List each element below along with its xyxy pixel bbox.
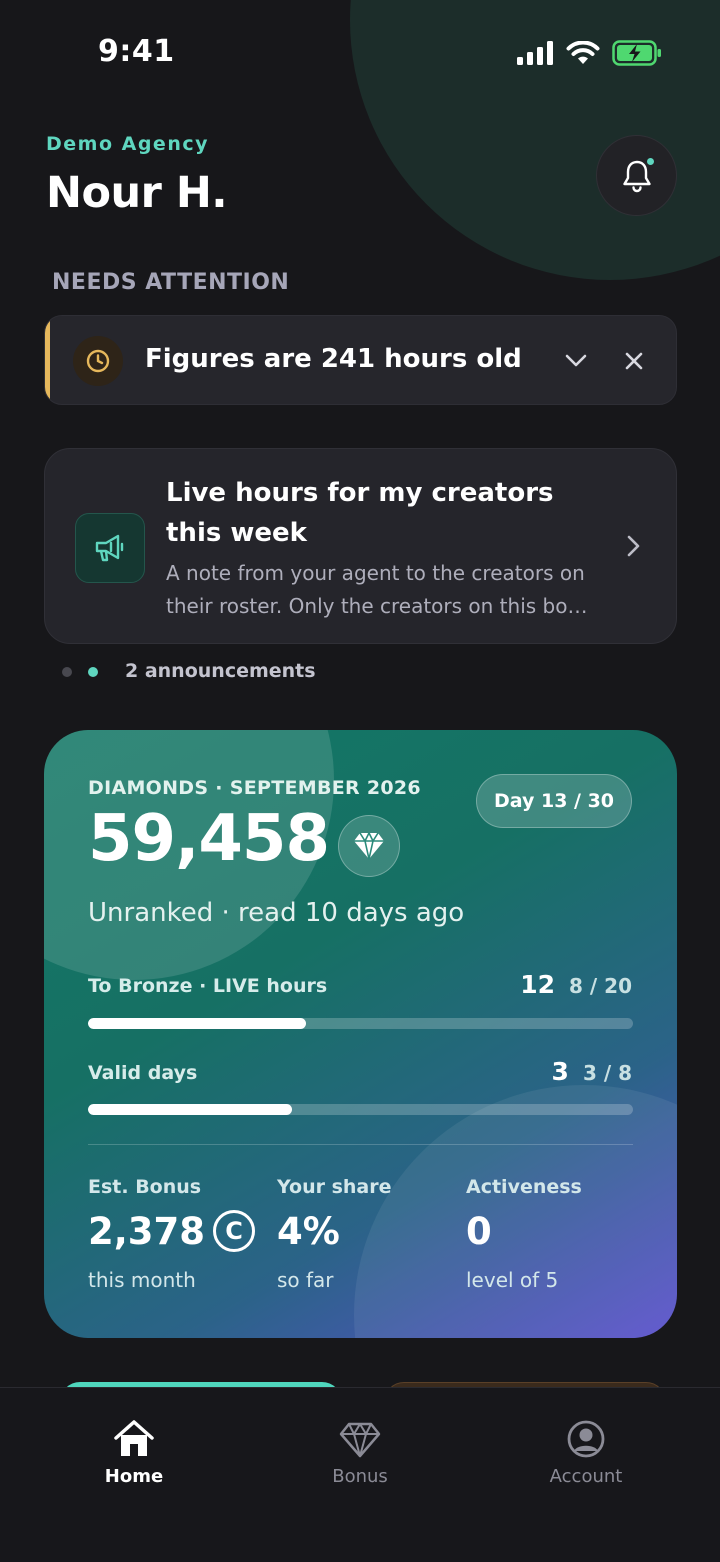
diamond-icon: [338, 815, 400, 877]
cellular-signal-icon: [517, 41, 553, 65]
est-bonus-value-row: 2,378 C: [88, 1206, 256, 1256]
activeness-value: 0: [466, 1209, 492, 1253]
live-hours-label: To Bronze · LIVE hours: [88, 975, 328, 997]
live-hours-progress-fill: [88, 1018, 306, 1029]
coin-icon: C: [213, 1210, 256, 1252]
announcement-card[interactable]: Live hours for my creators this week A n…: [44, 448, 677, 644]
activeness-sub: level of 5: [466, 1268, 559, 1292]
account-icon: [567, 1420, 605, 1458]
valid-days-progress-fill: [88, 1104, 293, 1115]
alert-accent-bar: [45, 316, 50, 404]
chevron-down-icon: [565, 354, 587, 367]
announcement-body: A note from your agent to the creators o…: [166, 561, 588, 618]
pagination-dot-active[interactable]: [88, 667, 98, 677]
valid-days-progress-bar: [88, 1104, 633, 1115]
announcement-count: 2 announcements: [125, 660, 316, 682]
pagination-dot[interactable]: [62, 667, 72, 677]
tab-home-label: Home: [104, 1466, 164, 1487]
share-label: Your share: [277, 1176, 392, 1198]
stale-figures-alert[interactable]: Figures are 241 hours old: [44, 315, 677, 405]
live-hours-value: 12 8 / 20: [520, 970, 632, 999]
activeness-stat: Activeness 0 level of 5: [466, 1176, 582, 1292]
valid-days-value: 3 3 / 8: [552, 1057, 632, 1086]
valid-days-total: 3 / 8: [582, 1061, 632, 1085]
status-icons: [516, 40, 662, 66]
dismiss-alert-button[interactable]: [619, 346, 649, 376]
diamonds-period-label: DIAMONDS · SEPTEMBER 2026: [88, 777, 421, 799]
activeness-label: Activeness: [466, 1176, 582, 1198]
close-icon: [625, 352, 643, 370]
battery-charging-icon: [612, 40, 661, 66]
day-progress-pill: Day 13 / 30: [476, 774, 632, 828]
home-icon: [114, 1420, 154, 1456]
est-bonus-label: Est. Bonus: [88, 1176, 202, 1198]
status-bar: 9:41: [0, 0, 720, 110]
card-divider: [88, 1144, 633, 1145]
share-value: 4%: [277, 1209, 340, 1253]
announcement-pagination[interactable]: [62, 667, 98, 677]
home-screen: 9:41 Demo Agency Nour H. NEEDS ATTENTION…: [0, 0, 720, 1562]
est-bonus-sub: this month: [88, 1268, 196, 1292]
expand-alert-button[interactable]: [561, 346, 591, 376]
notification-dot: [645, 156, 656, 167]
share-sub: so far: [277, 1268, 334, 1292]
est-bonus-stat: Est. Bonus 2,378 C this month: [88, 1176, 256, 1292]
bottom-tab-bar: Home Bonus Account: [0, 1387, 720, 1562]
live-hours-current: 12: [520, 970, 556, 999]
diamonds-summary-card[interactable]: DIAMONDS · SEPTEMBER 2026 Day 13 / 30 59…: [44, 730, 677, 1338]
tab-home[interactable]: Home: [59, 1418, 209, 1487]
live-hours-progress-bar: [88, 1018, 633, 1029]
est-bonus-value: 2,378: [88, 1209, 206, 1253]
tab-bonus-label: Bonus: [332, 1466, 388, 1487]
valid-days-current: 3: [551, 1057, 569, 1086]
alert-text: Figures are 241 hours old: [145, 344, 522, 374]
rank-status: Unranked · read 10 days ago: [88, 898, 465, 928]
share-stat: Your share 4% so far: [277, 1176, 392, 1292]
announcement-title: Live hours for my creators this week: [166, 478, 554, 548]
live-hours-total: 8 / 20: [569, 974, 632, 998]
diamond-icon: [339, 1422, 381, 1458]
wifi-icon: [566, 41, 600, 64]
megaphone-icon: [75, 513, 145, 583]
agency-name: Demo Agency: [46, 133, 209, 155]
user-name: Nour H.: [46, 168, 228, 218]
tab-bonus[interactable]: Bonus: [285, 1418, 435, 1487]
tab-account[interactable]: Account: [511, 1418, 661, 1487]
valid-days-label: Valid days: [88, 1062, 198, 1084]
status-time: 9:41: [98, 34, 175, 69]
clock-icon: [73, 336, 123, 386]
needs-attention-label: NEEDS ATTENTION: [52, 270, 290, 295]
tab-account-label: Account: [549, 1466, 623, 1487]
notifications-button[interactable]: [596, 135, 677, 216]
diamonds-total: 59,458: [88, 802, 330, 876]
chevron-right-icon: [619, 531, 649, 561]
